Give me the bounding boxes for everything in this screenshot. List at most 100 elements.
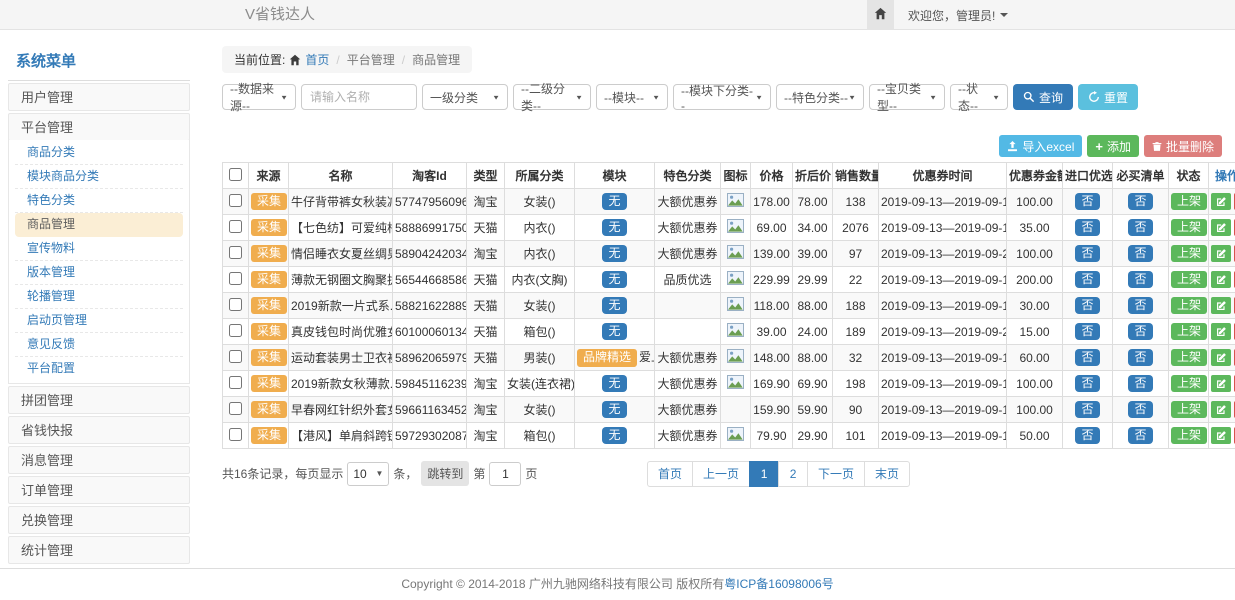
status-toggle[interactable]: 上架 bbox=[1171, 427, 1207, 444]
per-page-select[interactable]: 10 ▼ bbox=[347, 462, 389, 486]
edit-button[interactable] bbox=[1211, 401, 1231, 418]
batch-delete-button[interactable]: 批量删除 bbox=[1144, 135, 1222, 157]
row-checkbox[interactable] bbox=[229, 376, 242, 389]
sidebar-item-13[interactable]: 省钱快报 bbox=[8, 416, 190, 444]
row-checkbox[interactable] bbox=[229, 246, 242, 259]
module-badge[interactable]: 无 bbox=[602, 219, 626, 236]
import-select-toggle[interactable]: 否 bbox=[1075, 245, 1099, 262]
row-checkbox[interactable] bbox=[229, 428, 242, 441]
pager-button-0[interactable]: 首页 bbox=[647, 461, 693, 487]
module-badge[interactable]: 无 bbox=[602, 193, 626, 210]
pager-button-5[interactable]: 末页 bbox=[864, 461, 910, 487]
status-select[interactable]: --状态--▼ bbox=[950, 84, 1008, 110]
pager-button-3[interactable]: 2 bbox=[778, 461, 808, 487]
row-checkbox[interactable] bbox=[229, 350, 242, 363]
sidebar-item-3[interactable]: 模块商品分类 bbox=[15, 165, 183, 189]
sidebar-item-14[interactable]: 消息管理 bbox=[8, 446, 190, 474]
sidebar-item-15[interactable]: 订单管理 bbox=[8, 476, 190, 504]
module-badge[interactable]: 无 bbox=[602, 323, 626, 340]
must-buy-toggle[interactable]: 否 bbox=[1128, 193, 1152, 210]
pager-button-2[interactable]: 1 bbox=[749, 461, 779, 487]
status-toggle[interactable]: 上架 bbox=[1171, 323, 1207, 340]
sidebar-item-0[interactable]: 用户管理 bbox=[8, 83, 190, 111]
sidebar-item-1[interactable]: 平台管理 bbox=[8, 113, 190, 141]
edit-button[interactable] bbox=[1211, 375, 1231, 392]
sidebar-item-7[interactable]: 版本管理 bbox=[15, 261, 183, 285]
reset-button[interactable]: 重置 bbox=[1078, 84, 1138, 110]
edit-button[interactable] bbox=[1211, 245, 1231, 262]
edit-button[interactable] bbox=[1211, 349, 1231, 366]
module-badge[interactable]: 无 bbox=[602, 297, 626, 314]
module-badge[interactable]: 无 bbox=[602, 271, 626, 288]
feature-category-select[interactable]: --特色分类--▼ bbox=[776, 84, 864, 110]
sidebar-item-10[interactable]: 意见反馈 bbox=[15, 333, 183, 357]
pager-button-4[interactable]: 下一页 bbox=[807, 461, 865, 487]
must-buy-toggle[interactable]: 否 bbox=[1128, 349, 1152, 366]
module-badge[interactable]: 品牌精选 bbox=[577, 349, 637, 366]
breadcrumb-home-link[interactable]: 首页 bbox=[305, 51, 329, 68]
sidebar-item-5[interactable]: 商品管理 bbox=[15, 213, 183, 237]
must-buy-toggle[interactable]: 否 bbox=[1128, 219, 1152, 236]
icp-link[interactable]: 粤ICP备16098006号 bbox=[724, 577, 833, 591]
edit-button[interactable] bbox=[1211, 219, 1231, 236]
sidebar-item-16[interactable]: 兑换管理 bbox=[8, 506, 190, 534]
import-select-toggle[interactable]: 否 bbox=[1075, 297, 1099, 314]
module-badge[interactable]: 无 bbox=[602, 427, 626, 444]
import-select-toggle[interactable]: 否 bbox=[1075, 427, 1099, 444]
jump-button[interactable]: 跳转到 bbox=[421, 461, 469, 486]
import-select-toggle[interactable]: 否 bbox=[1075, 323, 1099, 340]
status-toggle[interactable]: 上架 bbox=[1171, 271, 1207, 288]
status-toggle[interactable]: 上架 bbox=[1171, 219, 1207, 236]
sidebar-item-2[interactable]: 商品分类 bbox=[15, 141, 183, 165]
module-badge[interactable]: 无 bbox=[602, 401, 626, 418]
status-toggle[interactable]: 上架 bbox=[1171, 193, 1207, 210]
level1-category-select[interactable]: 一级分类▼ bbox=[422, 84, 508, 110]
row-checkbox[interactable] bbox=[229, 402, 242, 415]
status-toggle[interactable]: 上架 bbox=[1171, 349, 1207, 366]
row-checkbox[interactable] bbox=[229, 194, 242, 207]
must-buy-toggle[interactable]: 否 bbox=[1128, 427, 1152, 444]
pager-button-1[interactable]: 上一页 bbox=[692, 461, 750, 487]
row-checkbox[interactable] bbox=[229, 220, 242, 233]
must-buy-toggle[interactable]: 否 bbox=[1128, 297, 1152, 314]
item-type-select[interactable]: --宝贝类型--▼ bbox=[869, 84, 945, 110]
row-checkbox[interactable] bbox=[229, 324, 242, 337]
must-buy-toggle[interactable]: 否 bbox=[1128, 401, 1152, 418]
edit-button[interactable] bbox=[1211, 297, 1231, 314]
user-menu[interactable]: 欢迎您，管理员! bbox=[908, 7, 1008, 24]
sidebar-item-4[interactable]: 特色分类 bbox=[15, 189, 183, 213]
select-all-checkbox[interactable] bbox=[229, 168, 242, 181]
sidebar-item-12[interactable]: 拼团管理 bbox=[8, 386, 190, 414]
module-subcategory-select[interactable]: --模块下分类--▼ bbox=[673, 84, 771, 110]
query-button[interactable]: 查询 bbox=[1013, 84, 1073, 110]
page-number-input[interactable] bbox=[489, 462, 521, 486]
must-buy-toggle[interactable]: 否 bbox=[1128, 323, 1152, 340]
module-badge[interactable]: 无 bbox=[602, 375, 626, 392]
status-toggle[interactable]: 上架 bbox=[1171, 375, 1207, 392]
import-select-toggle[interactable]: 否 bbox=[1075, 375, 1099, 392]
import-select-toggle[interactable]: 否 bbox=[1075, 401, 1099, 418]
import-select-toggle[interactable]: 否 bbox=[1075, 193, 1099, 210]
status-toggle[interactable]: 上架 bbox=[1171, 297, 1207, 314]
must-buy-toggle[interactable]: 否 bbox=[1128, 375, 1152, 392]
sidebar-item-6[interactable]: 宣传物料 bbox=[15, 237, 183, 261]
level2-category-select[interactable]: --二级分类--▼ bbox=[513, 84, 591, 110]
status-toggle[interactable]: 上架 bbox=[1171, 245, 1207, 262]
edit-button[interactable] bbox=[1211, 193, 1231, 210]
import-excel-button[interactable]: 导入excel bbox=[999, 135, 1082, 157]
sidebar-item-9[interactable]: 启动页管理 bbox=[15, 309, 183, 333]
sidebar-item-11[interactable]: 平台配置 bbox=[15, 357, 183, 381]
edit-button[interactable] bbox=[1211, 427, 1231, 444]
home-button[interactable] bbox=[867, 0, 894, 30]
module-select[interactable]: --模块--▼ bbox=[596, 84, 668, 110]
edit-button[interactable] bbox=[1211, 271, 1231, 288]
import-select-toggle[interactable]: 否 bbox=[1075, 271, 1099, 288]
must-buy-toggle[interactable]: 否 bbox=[1128, 245, 1152, 262]
sidebar-item-17[interactable]: 统计管理 bbox=[8, 536, 190, 564]
edit-button[interactable] bbox=[1211, 323, 1231, 340]
must-buy-toggle[interactable]: 否 bbox=[1128, 271, 1152, 288]
sidebar-item-8[interactable]: 轮播管理 bbox=[15, 285, 183, 309]
row-checkbox[interactable] bbox=[229, 298, 242, 311]
add-button[interactable]: + 添加 bbox=[1087, 135, 1139, 157]
data-source-select[interactable]: --数据来源--▼ bbox=[222, 84, 296, 110]
